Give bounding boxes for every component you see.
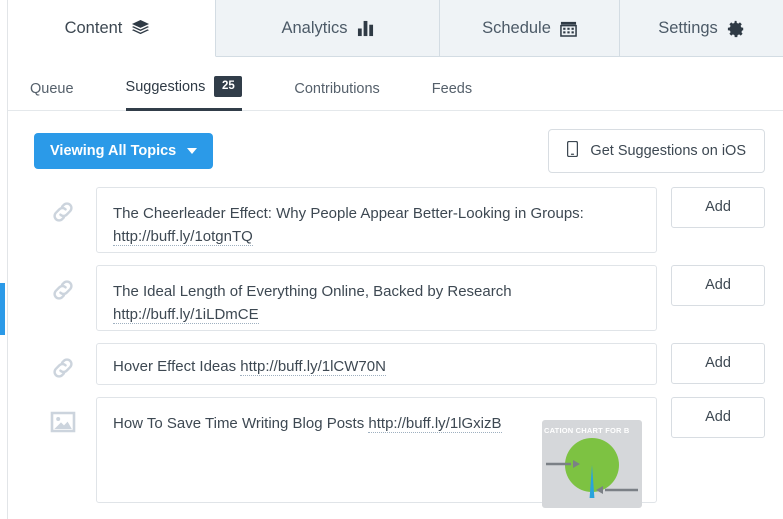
scrollbar-thumb[interactable] (0, 283, 5, 335)
viewing-all-topics-label: Viewing All Topics (50, 142, 177, 159)
tab-analytics-label: Analytics (281, 19, 348, 38)
tab-analytics[interactable]: Analytics (216, 0, 440, 57)
suggestion-text: The Cheerleader Effect: Why People Appea… (113, 202, 640, 249)
subtab-contributions-label: Contributions (294, 81, 380, 97)
suggestion-url[interactable]: http://buff.ly/1lGxizB (368, 414, 502, 433)
link-icon (30, 265, 96, 303)
action-bar: Viewing All Topics Get Suggestions on iO… (0, 111, 783, 187)
suggestion-row: The Cheerleader Effect: Why People Appea… (30, 186, 765, 253)
subtab-queue[interactable]: Queue (30, 81, 74, 110)
add-button[interactable]: Add (671, 396, 765, 438)
viewing-all-topics-button[interactable]: Viewing All Topics (34, 132, 214, 169)
subtab-feeds[interactable]: Feeds (432, 81, 472, 110)
suggestions-list: The Cheerleader Effect: Why People Appea… (0, 186, 783, 508)
calendar-icon (560, 20, 577, 37)
suggestion-thumbnail[interactable]: CATION CHART FOR B (542, 419, 642, 508)
tab-content[interactable]: Content (0, 0, 216, 57)
suggestion-title: How To Save Time Writing Blog Posts (113, 414, 369, 432)
tab-schedule-label: Schedule (482, 19, 551, 38)
subtab-queue-label: Queue (30, 81, 74, 97)
suggestion-text: The Ideal Length of Everything Online, B… (113, 280, 640, 327)
add-button-wrap: Add (671, 342, 765, 384)
tab-settings-label: Settings (658, 19, 718, 38)
suggestion-row: Hover Effect Ideas http://buff.ly/1lCW70… (30, 342, 765, 385)
secondary-tab-bar: Queue Suggestions 25 Contributions Feeds (0, 57, 783, 111)
subtab-suggestions[interactable]: Suggestions 25 (125, 76, 243, 111)
buffer-app-window: Content Analytics Schedule Settings Queu… (0, 0, 783, 519)
link-icon (30, 187, 96, 225)
suggestion-text: Hover Effect Ideas http://buff.ly/1lCW70… (113, 355, 640, 378)
chevron-down-icon (187, 147, 198, 154)
tab-schedule[interactable]: Schedule (440, 0, 620, 57)
primary-tab-bar: Content Analytics Schedule Settings (0, 0, 783, 57)
suggestion-row: The Ideal Length of Everything Online, B… (30, 264, 765, 331)
suggestion-url[interactable]: http://buff.ly/1otgnTQ (113, 227, 253, 246)
mobile-phone-icon (567, 140, 579, 161)
tab-settings[interactable]: Settings (620, 0, 783, 57)
suggestion-url[interactable]: http://buff.ly/1iLDmCE (113, 305, 259, 324)
suggestion-row: How To Save Time Writing Blog Posts http… (30, 396, 765, 508)
image-icon (30, 397, 96, 435)
add-button[interactable]: Add (671, 342, 765, 384)
suggestion-card[interactable]: Hover Effect Ideas http://buff.ly/1lCW70… (96, 342, 657, 385)
get-suggestions-ios-label: Get Suggestions on iOS (590, 142, 746, 159)
suggestion-card[interactable]: The Cheerleader Effect: Why People Appea… (96, 186, 657, 253)
add-button-wrap: Add (671, 264, 765, 306)
bar-chart-icon (357, 20, 374, 37)
layers-icon (131, 19, 150, 38)
pie-chart-image (546, 437, 638, 498)
suggestion-url[interactable]: http://buff.ly/1lCW70N (240, 357, 386, 376)
gear-icon (727, 20, 745, 38)
suggestions-count-badge: 25 (214, 76, 243, 97)
add-button[interactable]: Add (671, 264, 765, 306)
link-icon (30, 343, 96, 381)
tab-content-label: Content (64, 18, 123, 37)
suggestion-title: The Ideal Length of Everything Online, B… (113, 282, 512, 300)
subtab-feeds-label: Feeds (431, 81, 473, 97)
get-suggestions-ios-button[interactable]: Get Suggestions on iOS (548, 129, 765, 173)
subtab-contributions[interactable]: Contributions (294, 81, 379, 110)
suggestion-card[interactable]: The Ideal Length of Everything Online, B… (96, 264, 657, 331)
add-button-wrap: Add (671, 396, 765, 438)
suggestion-card[interactable]: How To Save Time Writing Blog Posts http… (96, 396, 657, 508)
add-button-wrap: Add (671, 186, 765, 228)
suggestion-title: The Cheerleader Effect: Why People Appea… (113, 204, 584, 222)
suggestion-title: Hover Effect Ideas (113, 357, 241, 375)
subtab-suggestions-label: Suggestions (125, 78, 206, 95)
add-button[interactable]: Add (671, 186, 765, 228)
vertical-scrollbar[interactable] (0, 0, 8, 519)
